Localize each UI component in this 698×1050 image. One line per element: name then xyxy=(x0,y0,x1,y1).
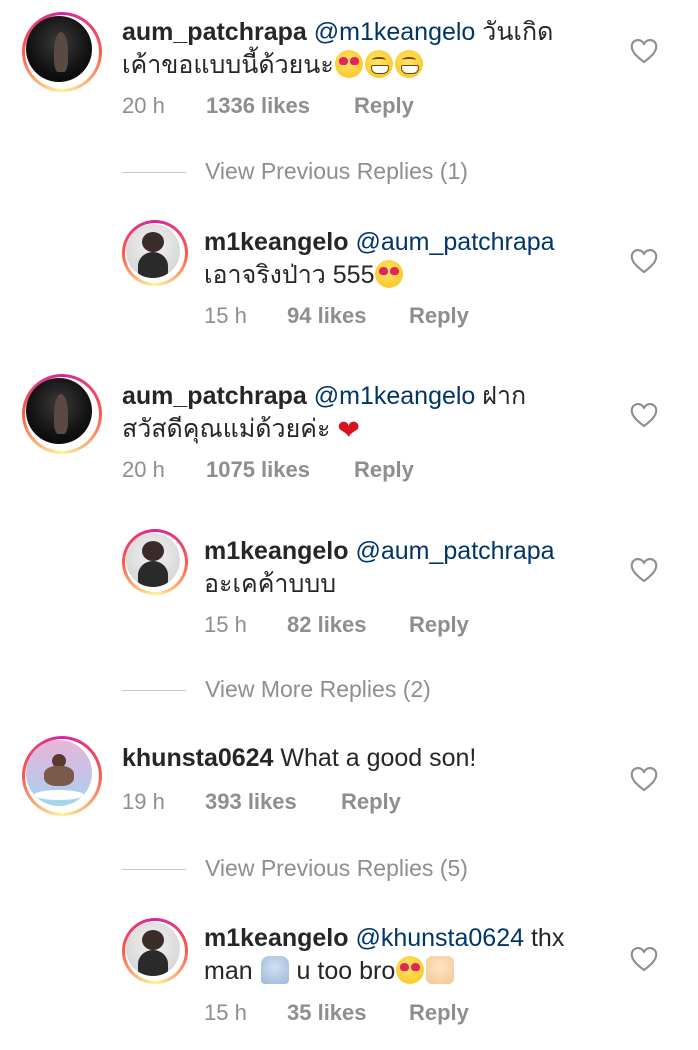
comment-mention[interactable]: @m1keangelo xyxy=(314,18,476,46)
reply-item: m1keangelo @aum_patchrapa เอาจริงป่าว 55… xyxy=(0,210,698,350)
folded-hands-emoji-icon xyxy=(260,956,289,984)
avatar[interactable] xyxy=(22,374,102,454)
comment-mention[interactable]: @aum_patchrapa xyxy=(355,537,554,565)
comment-item: khunsta0624 What a good son! 19 h 393 li… xyxy=(0,728,698,848)
avatar[interactable] xyxy=(22,12,102,92)
thumbs-up-emoji-icon xyxy=(426,956,455,984)
like-count[interactable]: 1075 likes xyxy=(206,457,310,483)
heart-outline-icon[interactable] xyxy=(630,946,658,972)
avatar[interactable] xyxy=(122,220,188,286)
comment-username[interactable]: aum_patchrapa xyxy=(122,382,307,410)
comment-item: aum_patchrapa @m1keangelo วันเกิด เค้าขอ… xyxy=(0,0,698,140)
comment-text: khunsta0624 What a good son! xyxy=(122,742,582,775)
comment-body: วันเกิด xyxy=(482,18,554,46)
comment-body: ฝาก xyxy=(482,382,527,410)
comment-body: เอาจริงป่าว 555 xyxy=(204,261,375,289)
comment-username[interactable]: m1keangelo xyxy=(204,537,349,565)
reply-button[interactable]: Reply xyxy=(409,612,469,638)
view-replies-label: View Previous Replies (1) xyxy=(205,158,468,184)
divider xyxy=(122,869,186,870)
view-replies-label: View Previous Replies (5) xyxy=(205,855,468,881)
reply-button[interactable]: Reply xyxy=(354,457,414,483)
comment-body: เค้าขอแบบนี้ด้วยนะ xyxy=(122,51,334,79)
comment-time: 15 h xyxy=(204,303,247,328)
comment-text: aum_patchrapa @m1keangelo ฝาก สวัสดีคุณแ… xyxy=(122,380,582,447)
comment-meta: 19 h 393 likes Reply xyxy=(122,789,401,815)
comment-text: aum_patchrapa @m1keangelo วันเกิด เค้าขอ… xyxy=(122,16,582,82)
heart-outline-icon[interactable] xyxy=(630,402,658,428)
comment-username[interactable]: aum_patchrapa xyxy=(122,18,307,46)
comment-item: aum_patchrapa @m1keangelo ฝาก สวัสดีคุณแ… xyxy=(0,364,698,504)
comment-body: สวัสดีคุณแม่ด้วยค่ะ xyxy=(122,415,331,443)
comment-meta: 15 h 94 likes Reply xyxy=(204,303,469,329)
heart-eyes-emoji-icon xyxy=(375,260,404,288)
view-replies-label: View More Replies (2) xyxy=(205,676,431,702)
comment-mention[interactable]: @m1keangelo xyxy=(314,382,476,410)
divider xyxy=(122,172,186,173)
avatar[interactable] xyxy=(122,918,188,984)
heart-outline-icon[interactable] xyxy=(630,248,658,274)
reply-item: m1keangelo @aum_patchrapa อะเคค้าบบบ 15 … xyxy=(0,519,698,659)
comment-body: What a good son! xyxy=(280,744,477,772)
reply-button[interactable]: Reply xyxy=(354,93,414,119)
heart-outline-icon[interactable] xyxy=(630,557,658,583)
grinning-face-emoji-icon xyxy=(394,50,423,78)
heart-outline-icon[interactable] xyxy=(630,766,658,792)
view-previous-replies-button[interactable]: View Previous Replies (1) xyxy=(122,158,682,188)
comment-meta: 20 h 1075 likes Reply xyxy=(122,457,414,483)
reply-button[interactable]: Reply xyxy=(341,789,401,815)
red-heart-emoji-icon: ❤ xyxy=(337,415,360,445)
comment-time: 20 h xyxy=(122,93,165,118)
avatar[interactable] xyxy=(22,736,102,816)
comment-body: u too bro xyxy=(296,957,396,985)
heart-eyes-emoji-icon xyxy=(334,50,363,78)
comment-text: m1keangelo @aum_patchrapa อะเคค้าบบบ xyxy=(204,535,604,601)
grinning-face-emoji-icon xyxy=(364,50,393,78)
comment-time: 20 h xyxy=(122,457,165,482)
divider xyxy=(122,690,186,691)
reply-button[interactable]: Reply xyxy=(409,303,469,329)
comment-username[interactable]: m1keangelo xyxy=(204,924,349,952)
comment-body: thx xyxy=(530,924,565,952)
heart-outline-icon[interactable] xyxy=(630,38,658,64)
reply-item: m1keangelo @khunsta0624 thx man u too br… xyxy=(0,908,698,1048)
comment-time: 15 h xyxy=(204,612,247,637)
comment-time: 19 h xyxy=(122,789,165,814)
like-count[interactable]: 94 likes xyxy=(287,303,367,329)
heart-eyes-emoji-icon xyxy=(396,956,425,984)
comment-text: m1keangelo @aum_patchrapa เอาจริงป่าว 55… xyxy=(204,226,604,292)
comment-username[interactable]: khunsta0624 xyxy=(122,744,273,772)
comment-mention[interactable]: @aum_patchrapa xyxy=(355,228,554,256)
comment-time: 15 h xyxy=(204,1000,247,1025)
comment-mention[interactable]: @khunsta0624 xyxy=(355,924,524,952)
view-previous-replies-button[interactable]: View Previous Replies (5) xyxy=(122,855,682,885)
comment-meta: 20 h 1336 likes Reply xyxy=(122,93,414,119)
like-count[interactable]: 393 likes xyxy=(205,789,297,815)
view-more-replies-button[interactable]: View More Replies (2) xyxy=(122,676,682,706)
comment-body: อะเคค้าบบบ xyxy=(204,570,337,598)
comment-meta: 15 h 82 likes Reply xyxy=(204,612,469,638)
like-count[interactable]: 35 likes xyxy=(287,1000,367,1026)
comment-meta: 15 h 35 likes Reply xyxy=(204,1000,469,1026)
reply-button[interactable]: Reply xyxy=(409,1000,469,1026)
avatar[interactable] xyxy=(122,529,188,595)
comment-body: man xyxy=(204,957,253,985)
like-count[interactable]: 82 likes xyxy=(287,612,367,638)
comment-username[interactable]: m1keangelo xyxy=(204,228,349,256)
comment-text: m1keangelo @khunsta0624 thx man u too br… xyxy=(204,922,604,988)
like-count[interactable]: 1336 likes xyxy=(206,93,310,119)
